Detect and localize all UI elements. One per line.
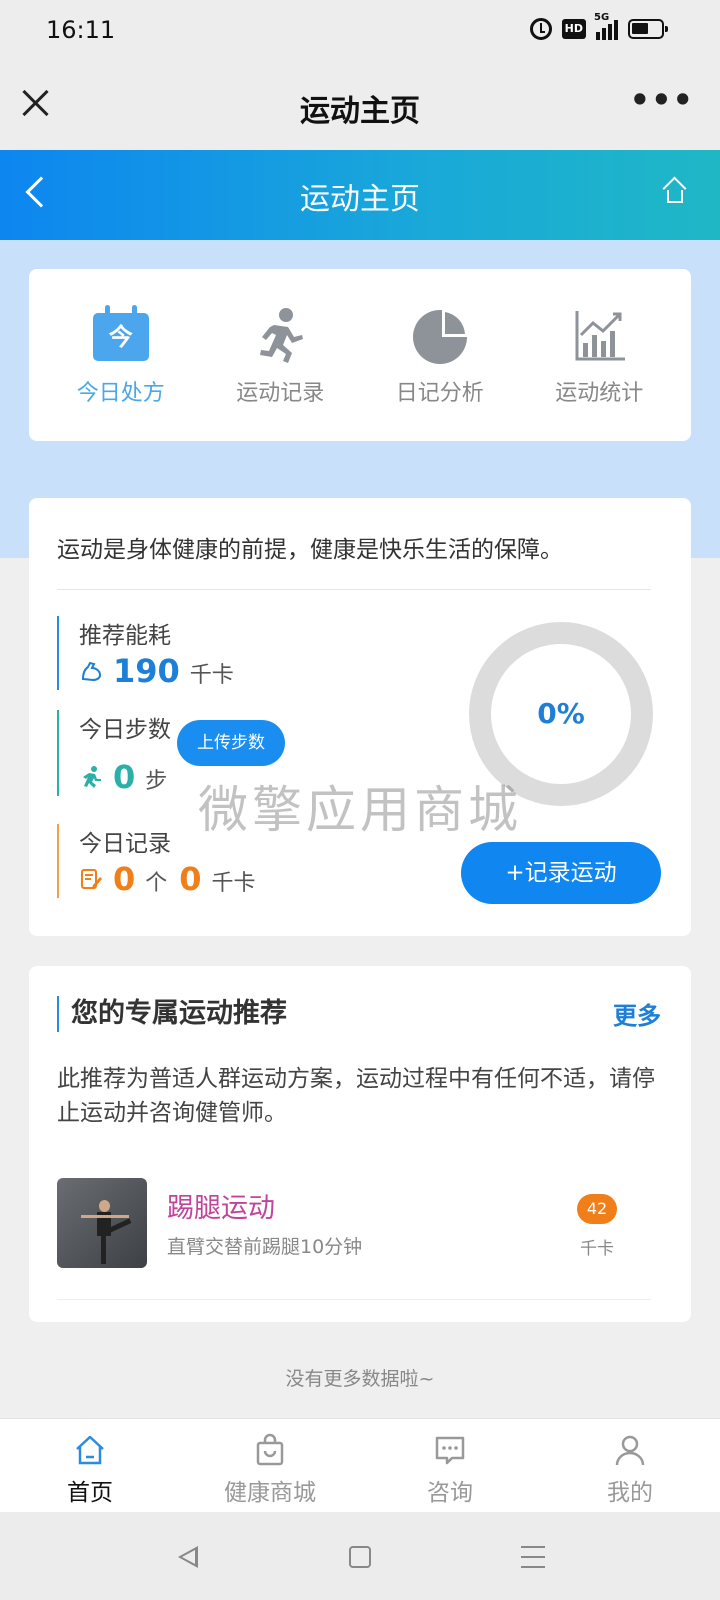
slogan-text: 运动是身体健康的前提，健康是快乐生活的保障。	[57, 537, 563, 563]
more-options-icon[interactable]: •••	[630, 84, 694, 116]
section-title: 您的专属运动推荐	[57, 996, 287, 1032]
today-record-count-unit: 个	[145, 871, 168, 896]
system-home-icon[interactable]	[349, 1546, 371, 1568]
today-record-kcal: 0	[179, 860, 202, 898]
nav-item-today-prescription[interactable]: 今 今日处方	[46, 269, 196, 441]
recommended-energy-unit: 千卡	[189, 663, 234, 688]
tab-label: 我的	[607, 1480, 653, 1506]
app-header: 运动主页	[0, 150, 720, 240]
tab-label: 健康商城	[224, 1480, 316, 1506]
bottom-tab-bar: 首页 健康商城 咨询 我的	[0, 1418, 720, 1512]
muscle-arm-icon	[79, 659, 103, 683]
status-icons: HD 5G	[529, 12, 668, 40]
tab-home[interactable]: 首页	[0, 1419, 180, 1512]
system-back-icon[interactable]	[178, 1546, 198, 1568]
walking-person-icon	[79, 765, 103, 789]
kcal-badge: 42	[577, 1194, 617, 1224]
page-title: 运动主页	[300, 182, 420, 217]
divider	[57, 589, 651, 590]
tab-label: 首页	[67, 1480, 113, 1506]
no-more-data-text: 没有更多数据啦~	[285, 1368, 435, 1390]
tab-health-mall[interactable]: 健康商城	[180, 1419, 360, 1512]
today-record-kcal-unit: 千卡	[211, 871, 256, 896]
feature-nav: 今 今日处方 运动记录 日记分析 运动统计	[29, 269, 691, 441]
tab-mine[interactable]: 我的	[540, 1419, 720, 1512]
pie-chart-icon	[410, 305, 470, 365]
miniprogram-title-bar: 运动主页 •••	[0, 60, 720, 150]
running-person-icon	[250, 305, 310, 365]
nav-item-diary-analysis[interactable]: 日记分析	[365, 269, 515, 441]
today-steps-unit: 步	[145, 769, 168, 794]
signal-icon: 5G	[594, 12, 618, 40]
upload-steps-button[interactable]: 上传步数	[177, 720, 285, 766]
today-steps-stat: 今日步数 0 步	[57, 710, 179, 796]
nav-label: 运动统计	[555, 381, 644, 406]
system-navigation-bar	[0, 1512, 720, 1600]
exercise-summary-card: 运动是身体健康的前提，健康是快乐生活的保障。 推荐能耗 190 千卡 今日步数 …	[29, 498, 691, 936]
shopping-bag-icon	[253, 1433, 287, 1467]
calendar-today-icon: 今	[91, 305, 151, 365]
alarm-icon	[529, 18, 552, 40]
user-icon	[613, 1433, 647, 1467]
nav-item-exercise-record[interactable]: 运动记录	[205, 269, 355, 441]
window-title: 运动主页	[300, 94, 420, 129]
record-exercise-button[interactable]: +记录运动	[461, 842, 661, 904]
tab-consult[interactable]: 咨询	[360, 1419, 540, 1512]
status-time: 16:11	[46, 16, 116, 44]
today-record-stat: 今日记录 0 个 0 千卡	[57, 824, 268, 898]
chat-bubble-icon	[433, 1433, 467, 1467]
exercise-thumbnail	[57, 1178, 147, 1268]
exercise-name: 踢腿运动	[167, 1193, 275, 1224]
home-icon[interactable]	[662, 176, 687, 204]
today-record-count: 0	[113, 860, 136, 898]
nav-label: 运动记录	[236, 381, 325, 406]
system-recents-icon[interactable]	[521, 1546, 545, 1568]
stat-label: 推荐能耗	[79, 623, 171, 649]
stat-label: 今日步数	[79, 717, 171, 743]
status-bar: 16:11 HD 5G	[0, 0, 720, 60]
more-link[interactable]: 更多	[613, 996, 661, 1031]
recommended-energy-stat: 推荐能耗 190 千卡	[57, 616, 246, 690]
progress-percent: 0%	[537, 697, 585, 730]
line-chart-icon	[569, 305, 629, 365]
notepad-icon	[79, 867, 103, 891]
exercise-description: 直臂交替前踢腿10分钟	[167, 1236, 363, 1258]
home-icon	[73, 1433, 107, 1467]
today-steps-value: 0	[113, 758, 136, 796]
network-type-label: 5G	[594, 12, 610, 23]
tab-label: 咨询	[427, 1480, 473, 1506]
recommendation-card: 您的专属运动推荐 更多 此推荐为普适人群运动方案，运动过程中有任何不适，请停止运…	[29, 966, 691, 1322]
hd-icon: HD	[561, 19, 586, 39]
nav-item-exercise-stats[interactable]: 运动统计	[524, 269, 674, 441]
stat-label: 今日记录	[79, 831, 171, 857]
recommended-energy-value: 190	[113, 652, 180, 690]
nav-label: 今日处方	[76, 381, 165, 406]
list-item[interactable]: 踢腿运动 直臂交替前踢腿10分钟 42 千卡	[57, 1178, 651, 1300]
battery-icon	[628, 19, 668, 39]
nav-label: 日记分析	[395, 381, 484, 406]
kcal-unit: 千卡	[580, 1239, 614, 1259]
recommendation-description: 此推荐为普适人群运动方案，运动过程中有任何不适，请停止运动并咨询健管师。	[57, 1066, 655, 1126]
